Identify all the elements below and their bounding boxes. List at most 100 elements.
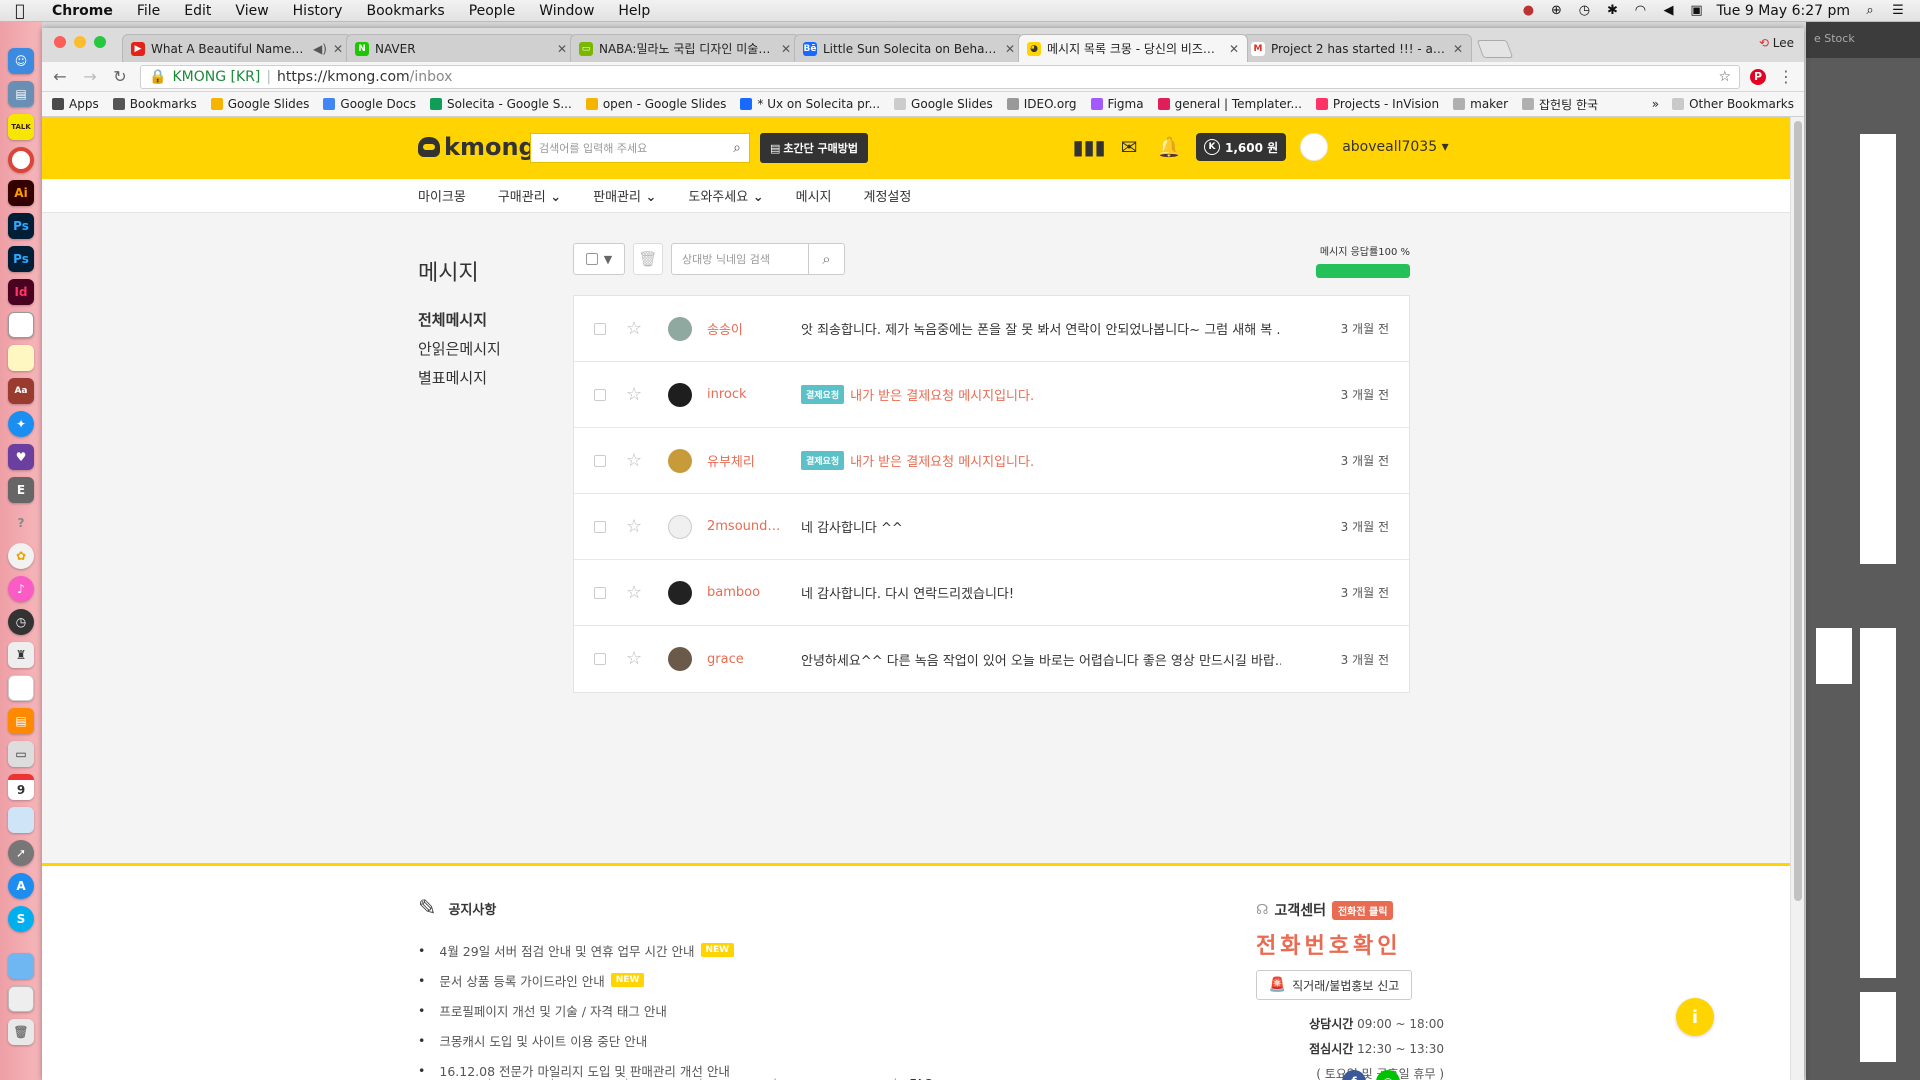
profile-button[interactable]: ⟲ Lee [1759, 36, 1794, 50]
bookmark-item[interactable]: maker [1453, 97, 1508, 111]
message-row[interactable]: ☆ grace 안녕하세요^^ 다른 녹음 작업이 있어 오늘 바로는 어렵습니다 … [574, 626, 1409, 692]
message-row[interactable]: ☆ 송송이 앗 죄송합니다. 제가 녹음중에는 폰을 잘 못 봐서 연락이 안되었나… [574, 296, 1409, 362]
github-icon[interactable]: ♥ [8, 444, 34, 470]
footer-link[interactable]: 언론기사 [566, 1076, 612, 1080]
finder-icon[interactable]: ☺ [8, 48, 34, 74]
menu-edit[interactable]: Edit [172, 3, 223, 19]
bell-icon[interactable]: 🔔 [1156, 134, 1182, 160]
bookmark-item[interactable]: Google Docs [323, 97, 416, 111]
star-icon[interactable]: ☆ [626, 451, 642, 470]
other-bookmarks-folder[interactable]: » Other Bookmarks [1652, 97, 1794, 111]
message-content[interactable]: 결제요청 내가 받은 결제요청 메시지입니다. [801, 385, 1281, 404]
font-app-icon[interactable]: E [8, 477, 34, 503]
tab-close-icon[interactable]: ✕ [1005, 42, 1015, 56]
footer-link[interactable]: 크몽팁 [504, 1076, 539, 1080]
reload-icon[interactable]: ↻ [110, 67, 130, 86]
close-window-button[interactable] [54, 36, 66, 48]
notification-center-icon[interactable]: ☰ [1890, 3, 1906, 19]
notice-item[interactable]: 4월 29일 서버 점검 안내 및 연휴 업무 시간 안내 NEW [418, 935, 735, 965]
printer-icon[interactable]: ▭ [8, 741, 34, 767]
footer-link[interactable]: 개인정보취급방침 [789, 1076, 881, 1080]
line-chat-icon[interactable]: ◉ [1376, 1070, 1400, 1080]
chrome-menu-icon[interactable]: ⋮ [1776, 67, 1796, 86]
folder-icon[interactable] [8, 953, 34, 979]
menubar-clock[interactable]: Tue 9 May 6:27 pm [1716, 3, 1850, 19]
help-icon[interactable]: ? [8, 510, 34, 536]
search-icon[interactable]: ⌕ [733, 140, 741, 156]
search-icon[interactable]: ⌕ [808, 244, 844, 274]
back-arrow-icon[interactable]: ← [50, 67, 70, 86]
apple-menu-icon[interactable]:  [0, 1, 40, 20]
partner-nickname[interactable]: inrock [707, 387, 789, 402]
tab-youtube[interactable]: ▶ What A Beautiful Name - Hi ◀) ✕ [122, 34, 352, 62]
call-before-click-badge[interactable]: 전화전 클릭 [1331, 900, 1394, 920]
tab-kmong-active[interactable]: ◕ 메시지 목록 크몽 - 당신의 비즈니스 ✕ [1018, 34, 1248, 62]
scrollbar-thumb[interactable] [1794, 121, 1802, 901]
menu-history[interactable]: History [281, 3, 355, 19]
trash-icon[interactable]: 🗑 [8, 1019, 34, 1045]
url-text[interactable]: https://kmong.com/inbox [277, 69, 452, 85]
filter-all-messages[interactable]: 전체메시지 [418, 309, 501, 330]
tab-gmail[interactable]: M Project 2 has started !!! - aste ✕ [1242, 34, 1472, 62]
nav-my-kmong[interactable]: 마이크몽 [418, 186, 466, 205]
time-machine-icon[interactable]: ◷ [1576, 3, 1592, 19]
minimize-window-button[interactable] [74, 36, 86, 48]
bookmark-item[interactable]: IDEO.org [1006, 97, 1077, 111]
itunes-icon[interactable]: ♪ [8, 576, 34, 602]
tab-close-icon[interactable]: ✕ [1229, 42, 1239, 56]
footer-link[interactable]: 서비스소개 [418, 1076, 476, 1080]
zoom-window-button[interactable] [94, 36, 106, 48]
preview-icon[interactable]: ▤ [8, 81, 34, 107]
partner-nickname[interactable]: 2msoundw... [707, 519, 789, 534]
nav-purchase-management[interactable]: 구매관리 [498, 186, 561, 205]
bookmark-item[interactable]: Google Slides [894, 97, 993, 111]
footer-link[interactable]: 이용약관 [715, 1076, 761, 1080]
notice-item[interactable]: 크몽캐시 도입 및 사이트 이용 중단 안내 [418, 1025, 734, 1055]
message-checkbox[interactable] [594, 388, 606, 401]
select-all-dropdown[interactable]: ▼ [573, 243, 625, 275]
illustrator-icon[interactable]: Ai [8, 180, 34, 206]
message-checkbox[interactable] [594, 322, 606, 335]
skype-icon[interactable]: S [8, 906, 34, 932]
tab-close-icon[interactable]: ✕ [781, 42, 791, 56]
ibooks-icon[interactable]: ▤ [8, 708, 34, 734]
footer-link[interactable]: 인재채용 [641, 1076, 687, 1080]
partner-nickname[interactable]: 송송이 [707, 319, 789, 338]
tab-close-icon[interactable]: ✕ [1453, 42, 1463, 56]
bookmark-item[interactable]: open - Google Slides [585, 97, 726, 111]
input-source-icon[interactable]: ▣ [1688, 3, 1704, 19]
tab-close-icon[interactable]: ✕ [557, 42, 567, 56]
buy-guide-button[interactable]: ▤ 초간단 구매방법 [760, 133, 868, 163]
info-floating-button[interactable]: i [1676, 998, 1714, 1036]
site-search-input[interactable]: 검색어를 입력해 주세요 ⌕ [530, 133, 750, 163]
stats-bar-chart-icon[interactable]: ▮▮▮ [1072, 134, 1105, 160]
textedit-icon[interactable] [8, 675, 34, 701]
bookmark-item[interactable]: Google Slides [210, 97, 309, 111]
menu-window[interactable]: Window [527, 3, 606, 19]
chevron-more-icon[interactable]: » [1652, 97, 1659, 111]
username-dropdown[interactable]: aboveall7035 ▾ [1342, 139, 1448, 155]
pinterest-extension-icon[interactable]: P [1750, 68, 1766, 85]
app-store-robot-icon[interactable]: ♜ [8, 642, 34, 668]
photos-icon[interactable]: ✿ [8, 543, 34, 569]
message-checkbox[interactable] [594, 586, 606, 599]
downloads-icon[interactable] [8, 986, 34, 1012]
bookmark-item[interactable]: Projects - InVision [1315, 97, 1439, 111]
message-content[interactable]: 안녕하세요^^ 다른 녹음 작업이 있어 오늘 바로는 어렵습니다 좋은 영상 … [801, 650, 1281, 669]
cash-balance-button[interactable]: K 1,600 원 [1196, 133, 1287, 161]
message-checkbox[interactable] [594, 520, 606, 533]
chat-status-icon[interactable]: ● [1520, 3, 1536, 19]
tab-behance[interactable]: Bē Little Sun Solecita on Behance ✕ [794, 34, 1024, 62]
app-store-icon[interactable]: A [8, 873, 34, 899]
page-scrollbar[interactable] [1790, 117, 1804, 1080]
address-bar[interactable]: 🔒 KMONG [KR] | https://kmong.com/inbox ☆ [140, 64, 1740, 89]
bookmark-item[interactable]: Figma [1090, 97, 1144, 111]
partner-nickname[interactable]: 유부체리 [707, 451, 789, 470]
safari-icon[interactable]: ✦ [8, 411, 34, 437]
accessibility-icon[interactable]: ⊕ [1548, 3, 1564, 19]
bookmark-item[interactable]: * Ux on Solecita pr... [740, 97, 880, 111]
facebook-icon[interactable]: f [1342, 1070, 1366, 1080]
site-identity[interactable]: KMONG [KR] [172, 69, 260, 85]
volume-icon[interactable]: ◀ [1660, 3, 1676, 19]
nav-sales-management[interactable]: 판매관리 [593, 186, 656, 205]
